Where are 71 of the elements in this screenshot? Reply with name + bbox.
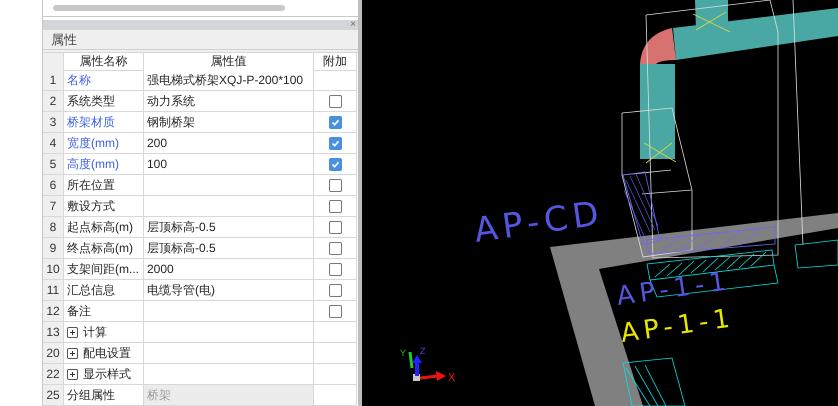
row-number: 25: [43, 385, 64, 406]
row-number: 20: [43, 343, 64, 364]
property-value[interactable]: 电缆导管(电): [144, 280, 314, 301]
row-number: 6: [43, 175, 64, 196]
checkbox[interactable]: [328, 262, 342, 276]
checkbox[interactable]: [328, 304, 342, 318]
property-name: 所在位置: [67, 177, 115, 194]
property-value[interactable]: 层顶标高-0.5: [144, 217, 314, 238]
property-name: 起点标高(m): [67, 219, 133, 236]
property-value[interactable]: 强电梯式桥架XQJ-P-200*100: [144, 70, 314, 91]
property-value[interactable]: 2000: [144, 259, 314, 280]
table-cell: [314, 385, 357, 406]
axis-label: Y: [400, 348, 406, 358]
column-header[interactable]: 附加: [314, 53, 357, 71]
row-number: 4: [43, 133, 64, 154]
property-name: 高度(mm): [67, 156, 119, 173]
property-value[interactable]: 动力系统: [144, 91, 314, 112]
property-name: 备注: [67, 303, 91, 320]
checkbox[interactable]: [328, 220, 342, 234]
row-number: 7: [43, 196, 64, 217]
axis-label: X: [448, 372, 456, 384]
row-number: 22: [43, 364, 64, 385]
property-name: 汇总信息: [67, 282, 115, 299]
row-number: 13: [43, 322, 64, 343]
checkbox[interactable]: [328, 116, 342, 128]
property-name: 计算: [83, 324, 107, 341]
property-value[interactable]: 钢制桥架: [144, 112, 314, 133]
property-name: 名称: [67, 72, 91, 89]
property-value[interactable]: 层顶标高-0.5: [144, 238, 314, 259]
property-value[interactable]: 200: [144, 133, 314, 154]
property-name: 支架间距(m...: [67, 261, 139, 278]
property-name: 分组属性: [67, 387, 115, 404]
row-number: 5: [43, 154, 64, 175]
expand-icon[interactable]: [67, 348, 78, 358]
checkbox[interactable]: [328, 200, 342, 212]
checkbox[interactable]: [328, 284, 342, 296]
checkbox[interactable]: [328, 158, 342, 170]
row-number: 2: [43, 91, 64, 112]
row-number: 10: [43, 259, 64, 280]
check-icon: [330, 118, 340, 126]
column-header[interactable]: 属性名称: [64, 53, 144, 71]
panel-title: 属性: [51, 30, 77, 49]
checkbox[interactable]: [328, 242, 342, 254]
row-number: 3: [43, 112, 64, 133]
property-value[interactable]: 100: [144, 154, 314, 175]
checkbox[interactable]: [328, 178, 342, 192]
property-name: 终点标高(m): [67, 240, 133, 257]
scrollbar-thumb[interactable]: [53, 5, 285, 12]
expand-icon[interactable]: [67, 326, 78, 338]
row-number: 8: [43, 217, 64, 238]
property-name: 配电设置: [83, 345, 131, 362]
check-icon: [330, 138, 340, 148]
row-number: 1: [43, 70, 64, 91]
checkbox[interactable]: [328, 94, 342, 108]
property-name: 敷设方式: [67, 198, 115, 215]
checkbox[interactable]: [328, 136, 342, 150]
property-name: 显示样式: [83, 366, 131, 383]
row-number: 9: [43, 238, 64, 259]
drawing-label: AP-CD: [472, 193, 606, 251]
axis-label: Z: [420, 346, 426, 356]
viewport-3d[interactable]: AP-CD AP-1-1 AP-1-1 X Y Z: [362, 0, 838, 406]
table-cell: [314, 364, 357, 385]
check-icon: [330, 160, 340, 168]
close-button[interactable]: ×: [350, 20, 356, 30]
property-name: 桥架材质: [67, 114, 115, 131]
row-number: 11: [43, 280, 64, 301]
expand-icon[interactable]: [67, 368, 78, 380]
property-name: 宽度(mm): [67, 135, 119, 152]
property-name: 系统类型: [67, 93, 115, 110]
row-number: 12: [43, 301, 64, 322]
table-cell: [314, 343, 357, 364]
